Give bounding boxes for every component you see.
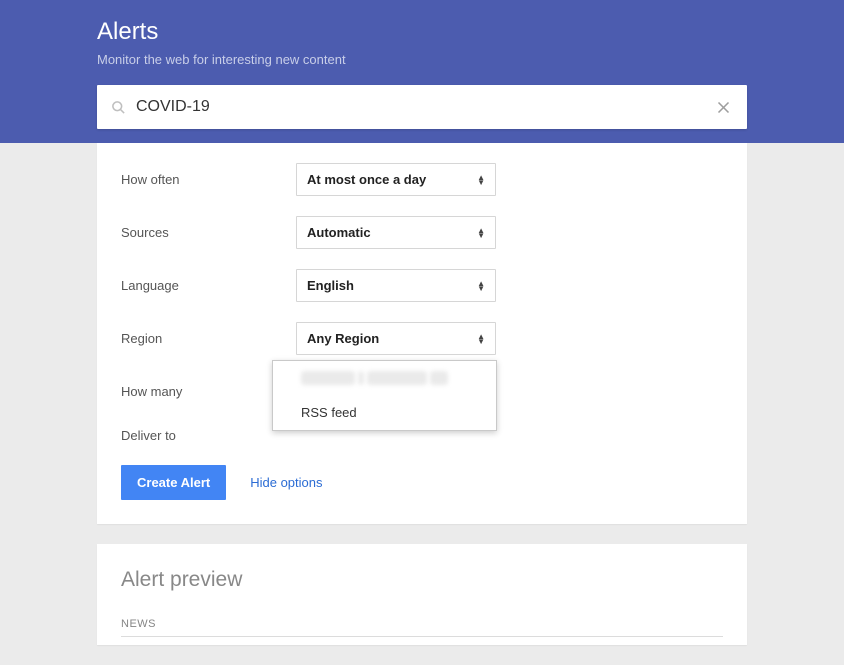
label-deliver-to: Deliver to [121,428,296,443]
label-how-often: How often [121,172,296,187]
deliver-to-email-option[interactable] [273,361,496,395]
redacted-text [367,371,427,385]
select-how-often[interactable]: At most once a day ▲▼ [296,163,496,196]
updown-icon: ▲▼ [477,334,485,344]
select-region-value: Any Region [307,331,379,346]
updown-icon: ▲▼ [477,228,485,238]
row-region: Region Any Region ▲▼ [121,322,723,355]
row-language: Language English ▲▼ [121,269,723,302]
preview-title: Alert preview [121,568,723,592]
clear-icon[interactable] [714,100,733,115]
label-how-many: How many [121,384,296,399]
header: Alerts Monitor the web for interesting n… [0,0,844,143]
updown-icon: ▲▼ [477,281,485,291]
select-region[interactable]: Any Region ▲▼ [296,322,496,355]
hide-options-link[interactable]: Hide options [250,475,322,490]
label-region: Region [121,331,296,346]
redacted-text [430,371,448,385]
select-sources[interactable]: Automatic ▲▼ [296,216,496,249]
search-input[interactable] [136,98,714,116]
deliver-to-dropdown: RSS feed [272,360,497,431]
search-icon [111,100,126,115]
create-alert-button[interactable]: Create Alert [121,465,226,500]
options-panel: How often At most once a day ▲▼ Sources … [97,143,747,524]
preview-panel: Alert preview NEWS [97,544,747,645]
deliver-to-rss-option[interactable]: RSS feed [273,395,496,430]
select-language[interactable]: English ▲▼ [296,269,496,302]
row-sources: Sources Automatic ▲▼ [121,216,723,249]
preview-section-news: NEWS [121,618,723,637]
select-sources-value: Automatic [307,225,371,240]
label-sources: Sources [121,225,296,240]
label-language: Language [121,278,296,293]
select-how-often-value: At most once a day [307,172,426,187]
page-title: Alerts [97,18,747,46]
redacted-text [358,371,364,385]
redacted-text [301,371,355,385]
updown-icon: ▲▼ [477,175,485,185]
row-how-often: How often At most once a day ▲▼ [121,163,723,196]
page-subtitle: Monitor the web for interesting new cont… [97,52,747,67]
search-box[interactable] [97,85,747,129]
select-language-value: English [307,278,354,293]
